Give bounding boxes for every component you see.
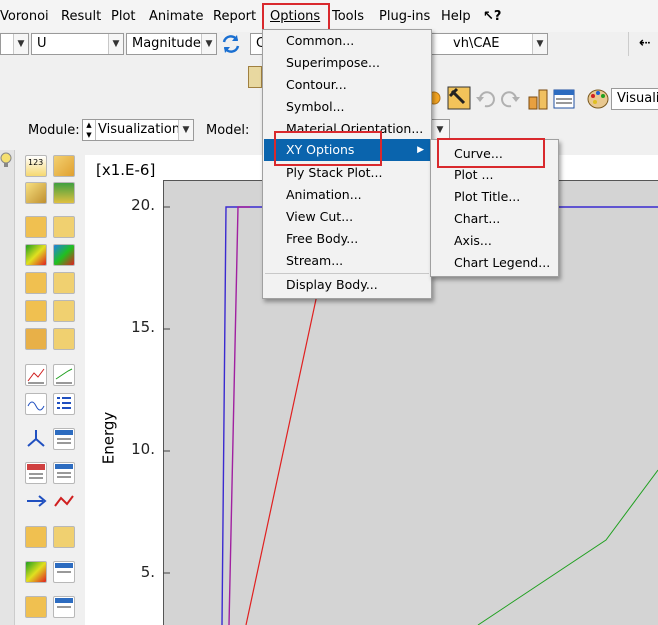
menu-report[interactable]: Report [213, 9, 256, 24]
contour-options-icon[interactable] [53, 300, 75, 322]
undo-icon[interactable] [474, 88, 496, 110]
menu-help[interactable]: Help [441, 9, 471, 24]
invariant-combo[interactable]: Magnitude ▼ [126, 33, 217, 55]
plot-contours-deformed-icon[interactable] [25, 244, 47, 266]
contour-labels-icon[interactable] [53, 155, 75, 177]
hammer-icon[interactable] [447, 86, 471, 110]
menu-animate[interactable]: Animate [149, 9, 203, 24]
plot-symbols-icon[interactable] [53, 244, 75, 266]
y-tick-label: 10. [131, 440, 155, 458]
animate-scale-icon[interactable] [25, 328, 47, 350]
path-points-icon[interactable] [53, 490, 75, 512]
menu-voronoi[interactable]: Voronoi [0, 9, 49, 24]
y-axis-label: Energy [99, 411, 118, 465]
submenu-item-chart-legend[interactable]: Chart Legend... [432, 252, 557, 274]
menu-plugins[interactable]: Plug-ins [379, 9, 430, 24]
annotation-box-curve [437, 138, 545, 168]
animate-time-icon[interactable] [53, 328, 75, 350]
annotation-box-xy-options [274, 131, 382, 166]
xy-data-manager-icon[interactable] [53, 364, 75, 386]
chevron-down-icon[interactable]: ▼ [532, 34, 547, 54]
xy-list-icon[interactable] [53, 393, 75, 415]
module-short-combo[interactable]: Visualiz [611, 88, 658, 110]
chevron-down-icon[interactable]: ▼ [13, 34, 28, 54]
module-combo[interactable]: ▲ ▼ Visualization ▼ [82, 119, 194, 141]
palette-icon[interactable] [587, 88, 609, 110]
plot-material-orientations-icon[interactable] [25, 272, 47, 294]
chevron-down-icon[interactable]: ▼ [108, 34, 123, 54]
submenu-item-chart[interactable]: Chart... [432, 208, 557, 230]
allow-multiple-plot-states-icon[interactable] [53, 272, 75, 294]
plot-contours-both-icon[interactable] [53, 216, 75, 238]
deformed-shape-labels-icon[interactable]: 123 [25, 155, 47, 177]
submenu-item-plot-title[interactable]: Plot Title... [432, 186, 557, 208]
menu-plot[interactable]: Plot [111, 9, 136, 24]
context-help-icon[interactable]: ↖? [483, 9, 501, 24]
partial-tool-icon[interactable] [248, 66, 262, 88]
spinner-icon[interactable]: ▲ ▼ [83, 120, 96, 140]
plot-contours-icon[interactable] [25, 216, 47, 238]
tools-icon[interactable] [526, 87, 550, 111]
view-cut-manager-icon[interactable] [53, 526, 75, 548]
menu-item-animation[interactable]: Animation... [264, 184, 430, 206]
model-label: Model: [206, 123, 250, 138]
field-output-combo[interactable]: U ▼ [31, 33, 124, 55]
module-label: Module: [28, 123, 80, 138]
odb-path-combo[interactable]: vh\CAE ▼ [430, 33, 548, 55]
axes-icon[interactable] [25, 428, 47, 450]
table-grid-icon[interactable] [53, 428, 75, 450]
table-icon[interactable] [553, 88, 575, 110]
menu-item-contour[interactable]: Contour... [264, 74, 430, 96]
y-tick-label: 15. [131, 318, 155, 336]
submenu-arrow-icon: ▶ [417, 145, 424, 155]
free-body-manager-icon[interactable] [53, 561, 75, 583]
plot-deformed-icon[interactable] [53, 182, 75, 204]
menu-result[interactable]: Result [61, 9, 101, 24]
y-multiplier-label: [x1.E-6] [96, 161, 156, 179]
y-tick-label: 5. [140, 563, 155, 581]
superimpose-options-icon[interactable] [25, 300, 47, 322]
menu-tools[interactable]: Tools [332, 9, 364, 24]
xy-table-icon[interactable] [25, 462, 47, 484]
menu-item-stream[interactable]: Stream... [264, 250, 430, 272]
view-cut-icon[interactable] [25, 526, 47, 548]
plot-undeformed-icon[interactable] [25, 182, 47, 204]
create-xy-data-icon[interactable] [25, 364, 47, 386]
stream-manager-icon[interactable] [53, 596, 75, 618]
annotation-box-options [262, 3, 330, 31]
refresh-icon[interactable] [220, 33, 242, 55]
menu-item-common[interactable]: Common... [264, 30, 430, 52]
stream-icon[interactable] [25, 596, 47, 618]
step-combo[interactable]: ▼ [0, 33, 29, 55]
menu-item-view-cut[interactable]: View Cut... [264, 206, 430, 228]
chevron-down-icon[interactable]: ▼ [178, 120, 193, 140]
menu-item-free-body[interactable]: Free Body... [264, 228, 430, 250]
plot-xy-data-icon[interactable] [25, 393, 47, 415]
chevron-down-icon[interactable]: ▼ [201, 34, 216, 54]
report-table-icon[interactable] [53, 462, 75, 484]
submenu-item-axis[interactable]: Axis... [432, 230, 557, 252]
lightbulb-icon[interactable] [0, 152, 12, 168]
y-tick-label: 20. [131, 196, 155, 214]
path-icon[interactable] [25, 490, 47, 512]
menu-item-symbol[interactable]: Symbol... [264, 96, 430, 118]
menu-item-superimpose[interactable]: Superimpose... [264, 52, 430, 74]
chevron-down-icon[interactable]: ▼ [431, 120, 449, 140]
toolbox-strip [0, 150, 15, 625]
toolbar-end: ⇠ [628, 32, 658, 56]
free-body-icon[interactable] [25, 561, 47, 583]
menu-item-display-body[interactable]: Display Body... [264, 274, 430, 296]
back-arrow-icon[interactable]: ⇠ [639, 35, 651, 51]
redo-icon[interactable] [500, 88, 522, 110]
